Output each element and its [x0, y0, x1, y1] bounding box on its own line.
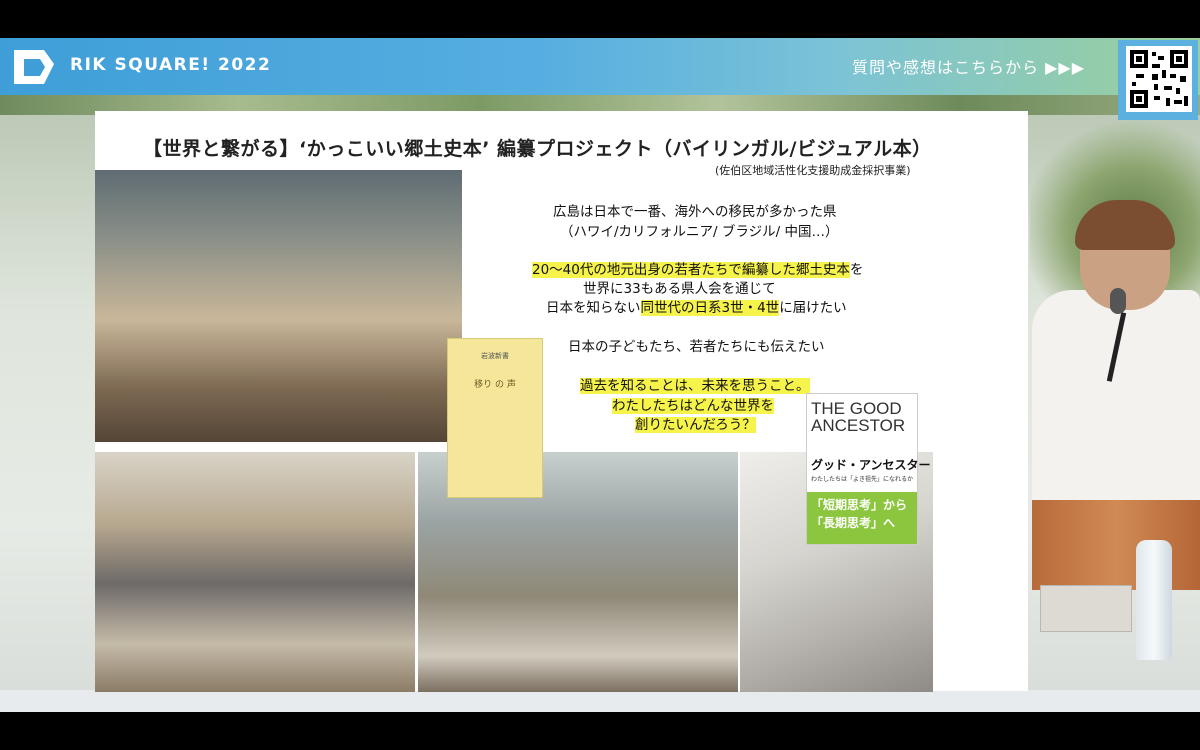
message-line: 広島は日本で一番、海外への移民が多かった県	[553, 204, 837, 220]
message-line: 日本を知らない同世代の日系3世・4世に届けたい	[546, 296, 847, 316]
message-text: に届けたい	[779, 300, 847, 316]
highlight-text: 20〜40代の地元出身の若者たちで編纂した郷土史本	[532, 262, 850, 278]
highlight-text: わたしたちはどんな世界を	[612, 398, 774, 414]
book-cover-yellow: 岩波新書 移り の 声	[447, 338, 543, 498]
book-title-jp: グッド・アンセスター	[811, 458, 931, 472]
water-bottle	[1136, 540, 1172, 660]
letterbox-bottom	[0, 712, 1200, 750]
message-line: （ハワイ/カリフォルニア/ ブラジル/ 中国…）	[560, 224, 839, 240]
slide-title: 【世界と繋がる】‘かっこいい郷土史本’ 編纂プロジェクト（バイリンガル/ビジュア…	[143, 138, 932, 160]
book-subtitle: わたしたちは「よき祖先」になれるか	[811, 476, 914, 483]
book-band-line: 「長期思考」へ	[811, 516, 896, 530]
feedback-cta[interactable]: 質問や感想はこちらから ▶▶▶	[852, 54, 1085, 78]
highlight-text: 同世代の日系3世・4世	[640, 300, 780, 316]
book-title-en: THE GOOD ANCESTOR	[811, 399, 906, 435]
highlight-text: 創りたいんだろう？	[635, 417, 756, 433]
book-cover-good-ancestor: THE GOOD ANCESTOR グッド・アンセスター わたしたちは「よき祖先…	[806, 393, 931, 545]
workshop-photo-discussion	[95, 452, 415, 692]
qr-code-icon[interactable]	[1126, 46, 1192, 112]
message-line: 過去を知ることは、未来を思うこと。	[580, 374, 810, 394]
message-text: を	[849, 262, 864, 278]
slide-subtitle: (佐伯区地域活性化支援助成金採択事業)	[715, 164, 911, 177]
speaker-skirt	[1032, 500, 1200, 590]
book-band: 「短期思考」から 「長期思考」へ	[807, 492, 917, 544]
letterbox-top	[0, 0, 1200, 38]
rik-logo-icon	[14, 50, 54, 84]
highlight-text: 過去を知ることは、未来を思うこと。	[580, 378, 810, 394]
message-text: 日本を知らない	[546, 300, 641, 316]
microphone-icon	[1110, 288, 1126, 314]
workshop-photo-main	[95, 170, 462, 442]
message-line: 世界に33もある県人会を通じて	[583, 281, 776, 297]
message-line: 日本の子どもたち、若者たちにも伝えたい	[568, 339, 825, 355]
message-line: 20〜40代の地元出身の若者たちで編纂した郷土史本を	[532, 258, 863, 278]
book-title: 移り の 声	[474, 380, 516, 390]
message-line: わたしたちはどんな世界を	[612, 394, 774, 414]
table-surface	[0, 690, 1200, 712]
event-brand: RIK SQUARE! 2022	[70, 55, 272, 75]
name-plate	[1040, 585, 1132, 632]
message-line: 創りたいんだろう？	[635, 413, 756, 433]
stream-frame: RIK SQUARE! 2022 質問や感想はこちらから ▶▶▶ 【世界と繋がる…	[0, 0, 1200, 750]
book-band-line: 「短期思考」から	[811, 498, 908, 512]
book-series: 岩波新書	[481, 352, 509, 360]
